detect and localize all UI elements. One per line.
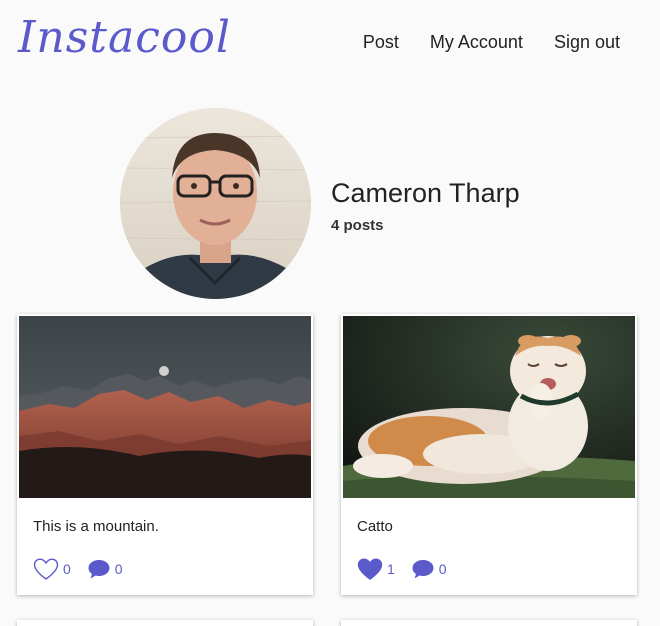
post-photo-cat[interactable] (343, 316, 635, 498)
profile-avatar (120, 108, 311, 299)
comment-bubble-icon[interactable] (87, 558, 111, 580)
comment-count: 0 (114, 561, 123, 577)
like-count: 0 (63, 561, 71, 577)
top-nav: Post My Account Sign out (363, 32, 620, 53)
post-count-label: posts (343, 217, 384, 234)
like-count: 1 (387, 561, 395, 577)
post-actions: 0 0 (33, 558, 139, 580)
header: Instacool Post My Account Sign out (0, 0, 660, 90)
heart-icon[interactable] (357, 558, 383, 580)
post-count-number: 4 (331, 217, 340, 234)
logo[interactable]: Instacool (18, 12, 231, 63)
comment-action[interactable]: 0 (411, 558, 447, 580)
like-action[interactable]: 1 (357, 558, 395, 580)
post-actions: 1 0 (357, 558, 463, 580)
post-card[interactable] (341, 620, 637, 626)
like-action[interactable]: 0 (33, 558, 71, 580)
post-photo-mountain[interactable] (19, 316, 311, 498)
profile-name: Cameron Tharp (331, 178, 520, 208)
nav-sign-out-link[interactable]: Sign out (554, 32, 620, 53)
profile-post-count: 4 posts (331, 217, 384, 234)
post-card[interactable] (17, 620, 313, 626)
heart-icon[interactable] (33, 558, 59, 580)
comment-count: 0 (438, 561, 447, 577)
nav-post-link[interactable]: Post (363, 32, 399, 53)
post-caption: This is a mountain. (33, 518, 159, 535)
post-card[interactable]: Catto 1 0 (341, 314, 637, 595)
nav-my-account-link[interactable]: My Account (430, 32, 523, 53)
comment-action[interactable]: 0 (87, 558, 123, 580)
post-card[interactable]: This is a mountain. 0 0 (17, 314, 313, 595)
comment-bubble-icon[interactable] (411, 558, 435, 580)
post-caption: Catto (357, 518, 393, 535)
